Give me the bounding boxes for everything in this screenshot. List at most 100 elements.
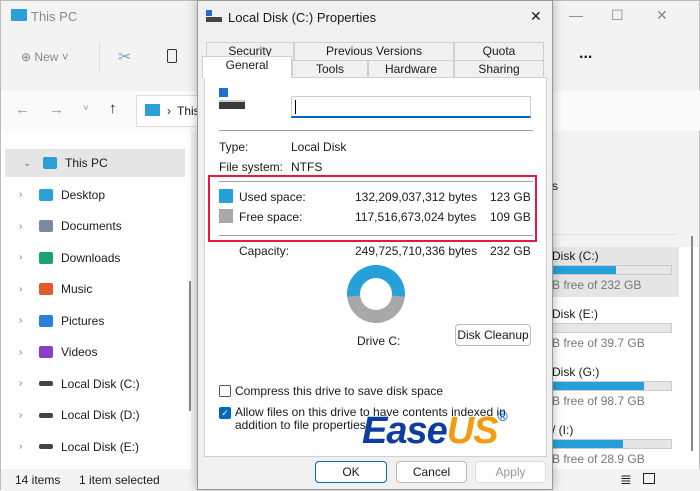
sidebar-item-label: Local Disk (C:) bbox=[61, 376, 140, 391]
drive-name: Disk (C:) bbox=[552, 249, 599, 263]
back-icon[interactable]: ← bbox=[15, 101, 30, 118]
recent-chevron-icon[interactable]: ˅ bbox=[83, 103, 89, 114]
drive-tile[interactable]: Disk (E:) B free of 39.7 GB bbox=[549, 305, 679, 351]
scrollbar[interactable] bbox=[189, 281, 191, 411]
new-button[interactable]: ⊕ New ˅ bbox=[21, 50, 69, 64]
chevron-right-icon[interactable]: › bbox=[19, 252, 33, 263]
free-space-swatch bbox=[219, 209, 233, 223]
drive-icon bbox=[39, 444, 53, 449]
drive-tile[interactable]: Disk (G:) B free of 98.7 GB bbox=[549, 363, 679, 409]
chevron-right-icon[interactable]: › bbox=[19, 284, 33, 295]
tab-tools[interactable]: Tools bbox=[292, 60, 368, 78]
drive-label: Drive C: bbox=[357, 334, 401, 348]
drive-free-space: B free of 98.7 GB bbox=[552, 394, 645, 408]
minimize-button[interactable]: — bbox=[569, 7, 583, 23]
free-space-size: 109 GB bbox=[490, 210, 531, 224]
monitor-icon bbox=[11, 9, 27, 21]
sidebar-item-pictures[interactable]: › Pictures bbox=[1, 307, 181, 335]
chevron-right-icon[interactable]: › bbox=[19, 347, 33, 358]
chevron-right-icon[interactable]: › bbox=[19, 441, 33, 452]
free-space-bytes: 117,516,673,024 bytes bbox=[355, 210, 477, 224]
details-view-icon[interactable]: ≣ bbox=[620, 471, 632, 488]
index-checkbox[interactable]: ✓ bbox=[219, 407, 231, 419]
sidebar-item-label: This PC bbox=[65, 156, 108, 170]
free-space-label: Free space: bbox=[239, 210, 303, 224]
sidebar-item-this-pc[interactable]: ⌄ This PC bbox=[5, 149, 185, 177]
navigation-pane: ⌄ This PC › Desktop › Documents › Downloads › Mus… bbox=[1, 131, 191, 469]
breadcrumb-separator: › bbox=[167, 104, 171, 118]
drive-name: / (I:) bbox=[552, 423, 574, 437]
dialog-close-button[interactable]: ✕ bbox=[530, 8, 542, 25]
drive-free-space: B free of 232 GB bbox=[552, 278, 642, 292]
sidebar-item-downloads[interactable]: › Downloads bbox=[1, 244, 181, 272]
divider bbox=[219, 130, 533, 131]
drive-tile[interactable]: / (I:) B free of 28.9 GB bbox=[549, 421, 679, 467]
used-space-size: 123 GB bbox=[490, 190, 531, 204]
file-system-label: File system: bbox=[219, 160, 284, 174]
maximize-button[interactable]: ☐ bbox=[611, 7, 624, 24]
sidebar-item-label: Music bbox=[61, 282, 93, 296]
file-system-value: NTFS bbox=[291, 160, 323, 174]
drive-usage-bar bbox=[552, 439, 672, 449]
chevron-right-icon[interactable]: › bbox=[19, 189, 33, 200]
cut-icon[interactable]: ✂ bbox=[118, 47, 131, 67]
capacity-size: 232 GB bbox=[490, 244, 531, 258]
plus-circle-icon: ⊕ bbox=[21, 50, 32, 64]
cancel-button[interactable]: Cancel bbox=[396, 461, 467, 483]
sidebar-item-label: Desktop bbox=[61, 187, 106, 202]
compress-checkbox[interactable] bbox=[219, 385, 231, 397]
forward-icon[interactable]: → bbox=[49, 101, 64, 118]
drive-name: Disk (E:) bbox=[552, 307, 598, 321]
tab-quota[interactable]: Quota bbox=[454, 42, 544, 60]
tiles-view-icon[interactable] bbox=[643, 473, 655, 484]
music-icon bbox=[39, 283, 53, 295]
capacity-bytes: 249,725,710,336 bytes bbox=[355, 244, 478, 258]
tab-sharing[interactable]: Sharing bbox=[454, 60, 544, 78]
drive-usage-bar bbox=[552, 265, 672, 275]
chevron-right-icon[interactable]: › bbox=[19, 315, 33, 326]
type-label: Type: bbox=[219, 140, 249, 154]
drive-free-space: B free of 39.7 GB bbox=[552, 336, 645, 350]
drive-name-input[interactable] bbox=[291, 96, 531, 118]
sidebar-item-music[interactable]: › Music bbox=[1, 275, 181, 303]
sidebar-item-local-disk-e[interactable]: › Local Disk (E:) bbox=[1, 433, 181, 461]
address-bar[interactable]: › This bbox=[136, 95, 206, 127]
drive-name: Disk (G:) bbox=[552, 365, 600, 379]
tab-general[interactable]: General bbox=[202, 56, 292, 78]
close-button[interactable]: ✕ bbox=[656, 7, 668, 24]
sidebar-item-local-disk-c[interactable]: › Local Disk (C:) bbox=[1, 370, 181, 398]
more-button[interactable]: ... bbox=[579, 45, 592, 63]
disk-cleanup-button[interactable]: Disk Cleanup bbox=[455, 324, 531, 346]
tab-hardware[interactable]: Hardware bbox=[368, 60, 454, 78]
sidebar-item-desktop[interactable]: › Desktop bbox=[1, 181, 181, 209]
downloads-icon bbox=[39, 251, 53, 264]
sidebar-item-label: Documents bbox=[61, 219, 122, 233]
sidebar-item-videos[interactable]: › Videos bbox=[1, 338, 181, 366]
sidebar-item-local-disk-d[interactable]: › Local Disk (D:) bbox=[1, 401, 181, 429]
drive-tile[interactable]: Disk (C:) B free of 232 GB bbox=[549, 247, 679, 297]
used-space-swatch bbox=[219, 189, 233, 203]
chevron-right-icon[interactable]: › bbox=[19, 410, 33, 421]
sidebar-item-label: Local Disk (D:) bbox=[61, 408, 140, 422]
up-icon[interactable]: ↑ bbox=[109, 100, 117, 117]
ok-button[interactable]: OK bbox=[315, 461, 387, 483]
drive-free-space: B free of 28.9 GB bbox=[552, 452, 645, 466]
apply-button[interactable]: Apply bbox=[475, 461, 546, 483]
sidebar-item-label: Local Disk (E:) bbox=[61, 439, 140, 454]
tab-previous-versions[interactable]: Previous Versions bbox=[294, 42, 454, 60]
chevron-right-icon[interactable]: › bbox=[19, 221, 33, 232]
toolbar-divider bbox=[99, 43, 100, 73]
divider bbox=[219, 235, 533, 236]
desktop-folder-icon bbox=[39, 188, 53, 201]
monitor-icon bbox=[145, 104, 160, 116]
capacity-label: Capacity: bbox=[239, 244, 290, 258]
used-space-bytes: 132,209,037,312 bytes bbox=[355, 190, 478, 204]
drive-icon bbox=[39, 381, 53, 386]
chevron-down-icon[interactable]: ⌄ bbox=[23, 158, 37, 169]
copy-icon[interactable] bbox=[167, 49, 177, 63]
scrollbar[interactable] bbox=[691, 236, 693, 451]
chevron-right-icon[interactable]: › bbox=[19, 378, 33, 389]
sidebar-item-documents[interactable]: › Documents bbox=[1, 212, 181, 240]
explorer-title: This PC bbox=[31, 9, 78, 24]
new-label: New bbox=[34, 50, 59, 64]
